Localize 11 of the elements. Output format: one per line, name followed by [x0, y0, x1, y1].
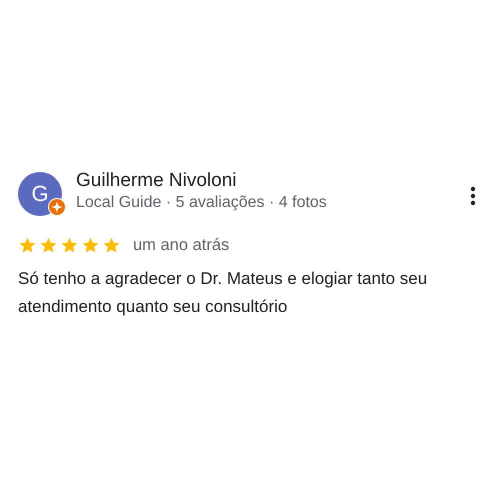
local-guide-badge-icon	[48, 198, 66, 216]
review-time: um ano atrás	[133, 236, 230, 255]
star-icon	[39, 236, 58, 255]
more-options-icon[interactable]	[470, 186, 476, 206]
star-icon	[102, 236, 121, 255]
author-meta: Local Guide · 5 avaliações · 4 fotos	[76, 194, 328, 212]
review-text: Só tenho a agradecer o Dr. Mateus e elogiar tanto seu atendimento quanto seu consultório	[18, 268, 428, 318]
author-name[interactable]: Guilherme Nivoloni	[76, 170, 456, 192]
star-icon	[81, 236, 100, 255]
star-icon	[60, 236, 79, 255]
star-icon	[18, 236, 37, 255]
